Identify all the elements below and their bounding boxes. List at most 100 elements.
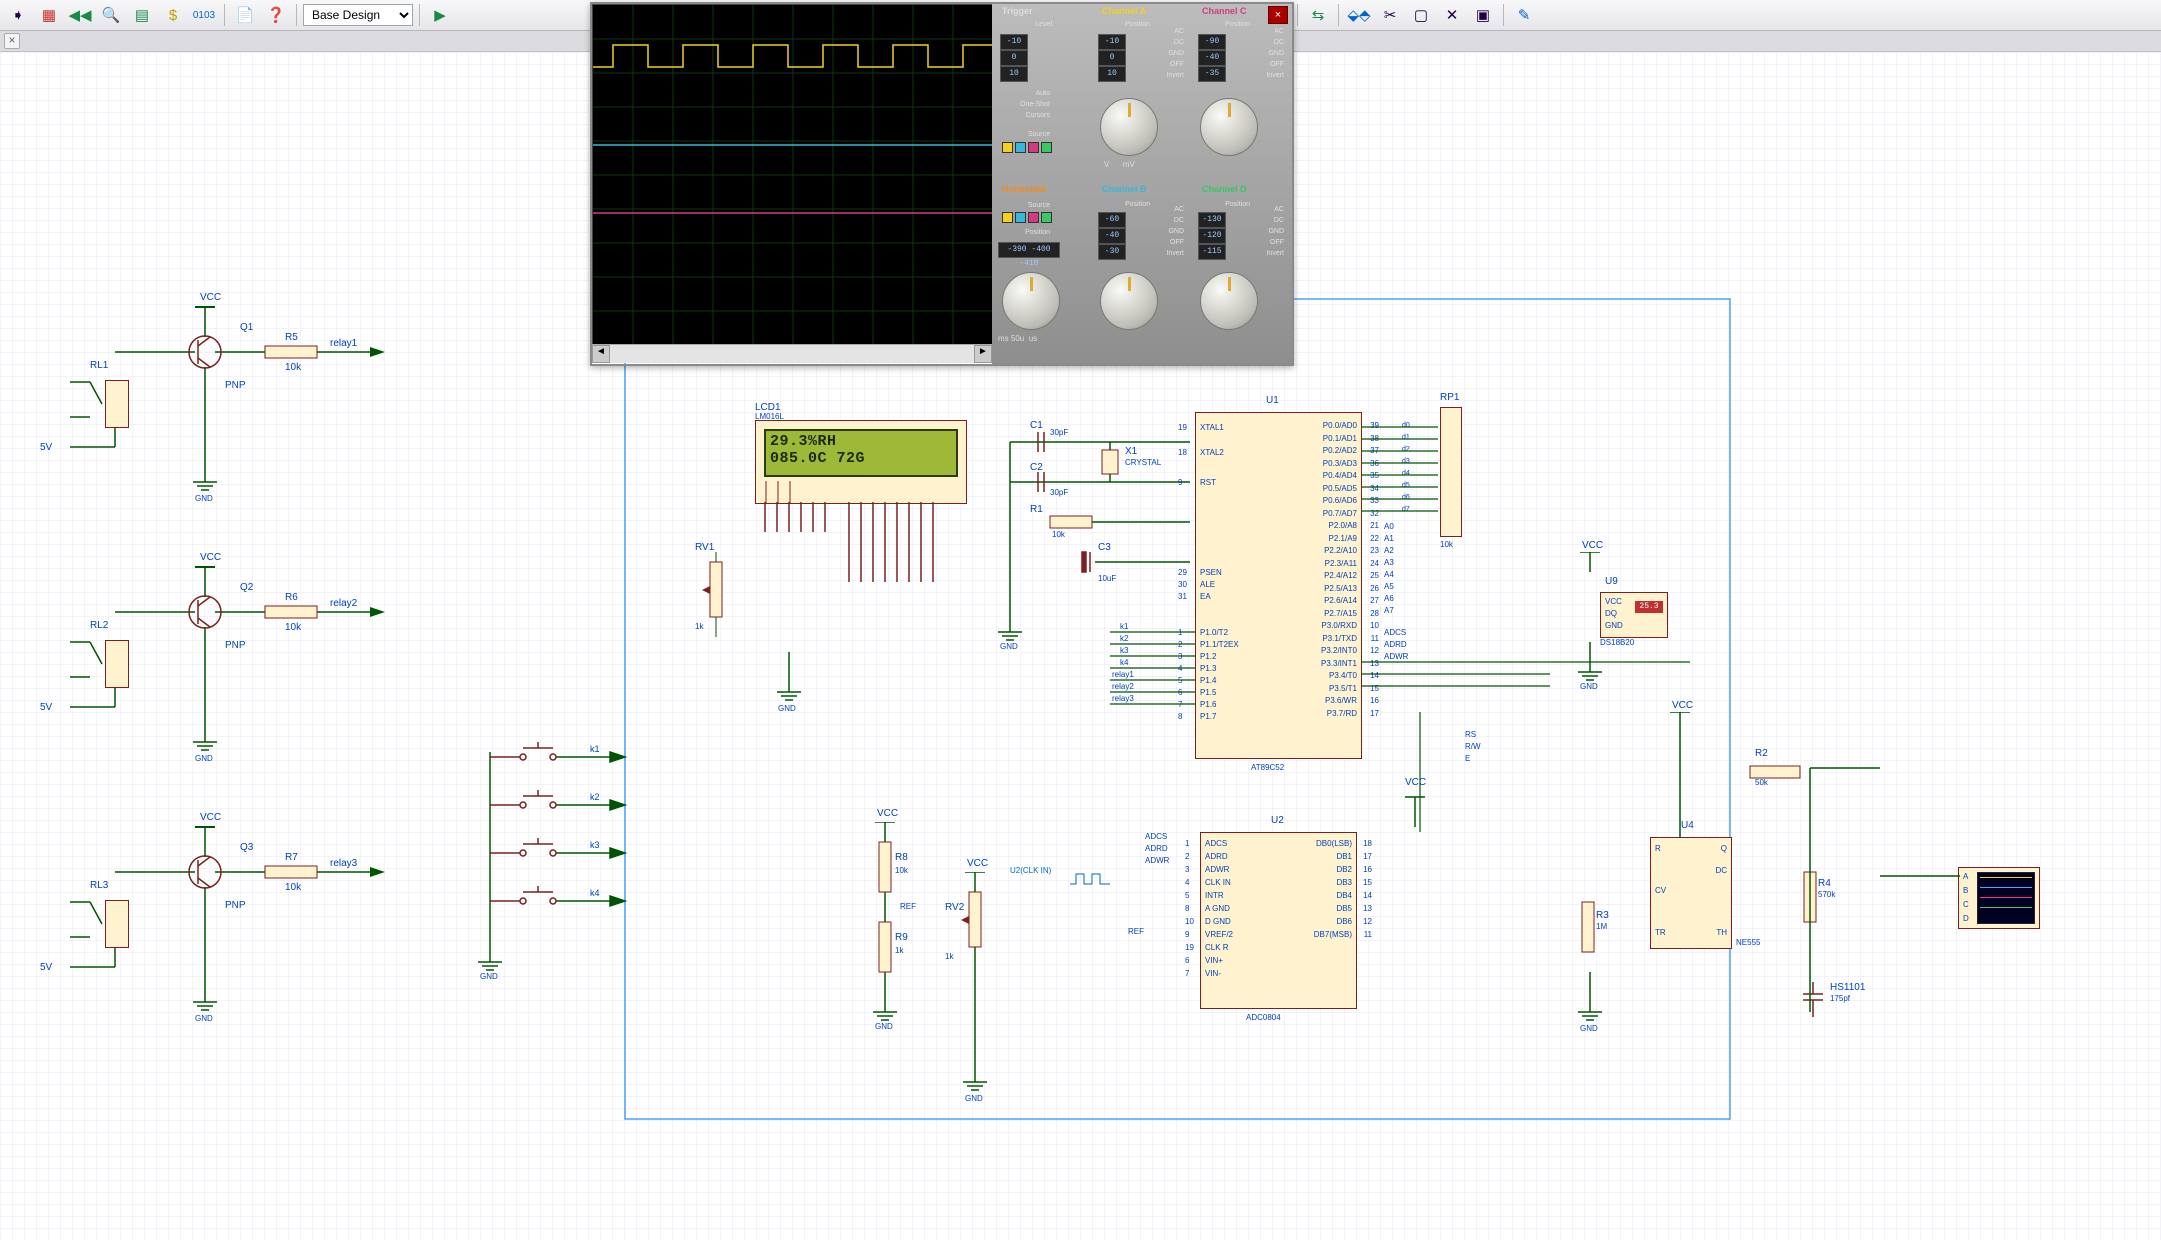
lbl-ms: ms (998, 334, 1009, 343)
toolbar-diode-icon[interactable]: ➧ (4, 2, 32, 28)
r2-val: 50k (1755, 778, 1768, 787)
oscilloscope-instrument[interactable]: A B C D (1958, 867, 2040, 929)
lbl-us: us (1029, 334, 1037, 343)
q-ref: Q2 (240, 582, 253, 593)
toolbar-help-icon[interactable]: ❓ (262, 2, 290, 28)
horiz-pos[interactable]: -390 -400 -410 (998, 242, 1060, 258)
c1-ref: C1 (1030, 420, 1043, 431)
pnp-label: PNP (225, 640, 246, 651)
knob-horiz[interactable] (1002, 272, 1060, 330)
ic-adc[interactable]: U2 ADC0804 1ADCS2ADRD3ADWR4CLK IN5INTR8A… (1200, 832, 1357, 1009)
toolbar-measure-icon[interactable]: 0103 (190, 2, 218, 28)
pnp-label: PNP (225, 380, 246, 391)
oscilloscope-window[interactable]: ◄ ► Trigger Channel A Channel C Horizont… (590, 2, 1294, 366)
design-variant-combo[interactable]: Base Design (303, 4, 413, 26)
relay-net: relay3 (330, 858, 357, 869)
vcc-label: VCC (877, 808, 898, 819)
net-k3: k3 (1120, 646, 1128, 655)
net-relay1: relay1 (1112, 670, 1134, 679)
scope-controls: Trigger Channel A Channel C Horizontal C… (992, 4, 1292, 364)
lbl-dc: DC (1224, 215, 1284, 226)
gnd-label: GND (778, 704, 796, 713)
c2-val: 30pF (1050, 488, 1068, 497)
chd-num3[interactable]: -115 (1198, 244, 1226, 260)
v5-label: 5V (40, 442, 52, 453)
knob-cha[interactable] (1100, 98, 1158, 156)
push-button-k1[interactable]: k1 (490, 742, 630, 772)
chc-num3[interactable]: -35 (1198, 66, 1226, 82)
vcc-label: VCC (1582, 540, 1603, 551)
knob-chb[interactable] (1100, 272, 1158, 330)
knob-chd[interactable] (1200, 272, 1258, 330)
push-button-k3[interactable]: k3 (490, 838, 630, 868)
chb-num2[interactable]: -40 (1098, 228, 1126, 244)
net-relay3: relay3 (1112, 694, 1134, 703)
push-button-k2[interactable]: k2 (490, 790, 630, 820)
hdr-trigger: Trigger (1002, 6, 1033, 16)
trig-num1[interactable]: -10 (1000, 34, 1028, 50)
toolbar-back-icon[interactable]: ◀◀ (66, 2, 94, 28)
chc-num2[interactable]: -40 (1198, 50, 1226, 66)
relay-ref: RL3 (90, 880, 108, 891)
trig-num3[interactable]: 10 (1000, 66, 1028, 82)
lbl-level: Level (992, 20, 1052, 30)
r1-val: 10k (1052, 530, 1065, 539)
trig-num2[interactable]: 0 (1000, 50, 1028, 66)
relay-block-3: VCC Q3 R7 10k relay3 RL3 PNP 5V GND (30, 802, 400, 1032)
toolbar-run-icon[interactable]: ▶ (426, 2, 454, 28)
lbl-gnd: GND (1224, 226, 1284, 237)
ic-respack[interactable] (1440, 407, 1462, 537)
q-ref: Q1 (240, 322, 253, 333)
ic-ne555[interactable]: U4 NE555 R Q DC CV TR TH (1650, 837, 1732, 949)
chd-num1[interactable]: -130 (1198, 212, 1226, 228)
scope-hscroll[interactable]: ◄ ► (592, 344, 992, 363)
cha-num1[interactable]: -10 (1098, 34, 1126, 50)
lbl-cursors: Cursors (990, 110, 1050, 121)
chb-num3[interactable]: -30 (1098, 244, 1126, 260)
toolbar-cut-icon[interactable]: ✂ (1376, 2, 1404, 28)
r2-ref: R2 (1755, 748, 1768, 759)
toolbar-dollar-icon[interactable]: $ (159, 2, 187, 28)
chb-num1[interactable]: -60 (1098, 212, 1126, 228)
r3-val: 1M (1596, 922, 1607, 931)
toolbar-page-icon[interactable]: ▢ (1407, 2, 1435, 28)
toolbar-group-icon[interactable]: ▣ (1469, 2, 1497, 28)
toolbar-edit-icon[interactable]: ✎ (1510, 2, 1538, 28)
x1-ref: X1 (1125, 446, 1137, 457)
toolbar-zoom-icon[interactable]: 🔍 (97, 2, 125, 28)
chc-num1[interactable]: -90 (1198, 34, 1226, 50)
toolbar-report-icon[interactable]: ▤ (128, 2, 156, 28)
tab-close-icon[interactable]: × (4, 33, 20, 49)
push-button-k4[interactable]: k4 (490, 886, 630, 916)
lbl-inv: Invert (1124, 248, 1184, 259)
toolbar-notes-icon[interactable]: 📄 (231, 2, 259, 28)
net-k4: k4 (1120, 658, 1128, 667)
pot-rv2[interactable]: VCC RV2 1k GND (945, 872, 1005, 1112)
net-rw: R/W (1465, 742, 1481, 751)
lcd-module[interactable]: 29.3%RH 085.0C 72G (755, 420, 967, 504)
net-k2: k2 (1120, 634, 1128, 643)
osc-cluster: C1 30pF C2 30pF X1 CRYSTAL R1 10k C3 10u… (990, 402, 1200, 652)
vcc-label: VCC (1672, 700, 1693, 711)
u4-part: NE555 (1736, 938, 1760, 947)
toolbar-chip-icon[interactable]: ▦ (35, 2, 63, 28)
schematic-canvas[interactable]: {"y":[230,490,750]} (0, 52, 2161, 1240)
rv2-ref: RV2 (945, 902, 964, 913)
hdr-cha: Channel A (1102, 6, 1146, 16)
toolbar-netlist-icon[interactable]: ⇆ (1304, 2, 1332, 28)
cha-num3[interactable]: 10 (1098, 66, 1126, 82)
adc-part: ADC0804 (1246, 1013, 1281, 1022)
knob-chc[interactable] (1200, 98, 1258, 156)
relay-coil (105, 900, 129, 948)
ic-ds18b20[interactable]: VCC DQ GND 25.3 (1600, 592, 1668, 638)
r9-val: 1k (895, 946, 903, 955)
toolbar-del-icon[interactable]: ✕ (1438, 2, 1466, 28)
hdr-chd: Channel D (1202, 184, 1247, 194)
lbl-dc: DC (1124, 37, 1184, 48)
r-val: 10k (285, 622, 301, 633)
chd-num2[interactable]: -120 (1198, 228, 1226, 244)
scope-close-icon[interactable]: × (1268, 6, 1288, 24)
vcc-label: VCC (1405, 777, 1426, 788)
cha-num2[interactable]: 0 (1098, 50, 1126, 66)
toolbar-mirror-icon[interactable]: ⬙⬘ (1345, 2, 1373, 28)
